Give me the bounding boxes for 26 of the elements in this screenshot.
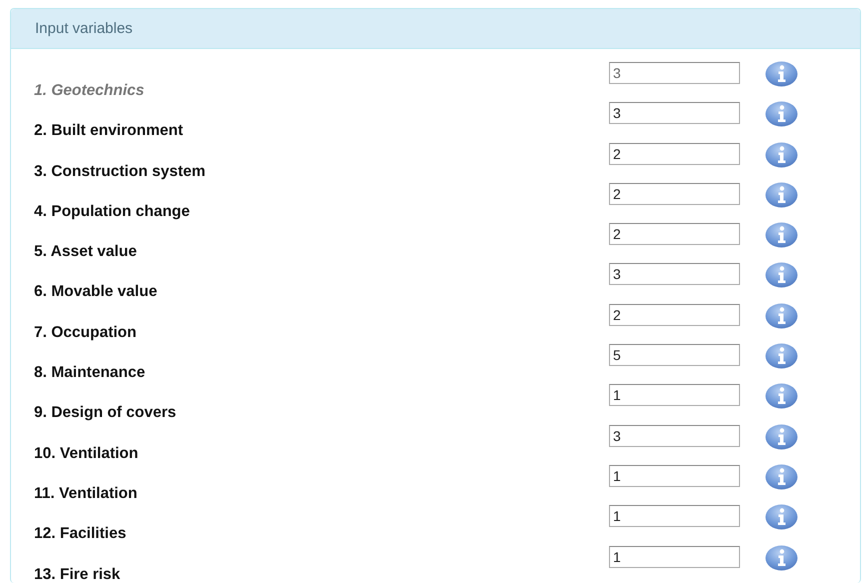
variable-label: 2. Built environment xyxy=(34,121,184,140)
value-field[interactable]: 1 xyxy=(609,464,740,487)
panel-title: Input variables xyxy=(35,20,133,37)
variable-label: 7. Occupation xyxy=(34,322,138,342)
variable-label: 9. Design of covers xyxy=(34,403,178,422)
variable-label: 3. Construction system xyxy=(34,162,206,181)
variable-label: 12. Facilities xyxy=(34,524,128,544)
value-field[interactable]: 2 xyxy=(609,223,740,246)
value-field[interactable]: 3 xyxy=(609,102,740,124)
variable-label: 10. Ventilation xyxy=(34,444,140,463)
variable-label: 4. Population change xyxy=(34,202,191,221)
value-field[interactable]: 2 xyxy=(609,182,740,205)
value-field[interactable]: 1 xyxy=(609,546,740,568)
value-field[interactable]: 3 xyxy=(609,424,740,447)
value-field[interactable]: 2 xyxy=(609,304,740,326)
value-field[interactable]: 1 xyxy=(609,505,740,528)
variable-label: 5. Asset value xyxy=(34,242,138,262)
variable-label: 1. Geotechnics xyxy=(34,81,146,100)
variable-label: 13. Fire risk xyxy=(34,564,122,583)
variable-label: 11. Ventilation xyxy=(34,484,138,503)
value-field[interactable]: 3 xyxy=(609,263,740,286)
variable-label: 8. Maintenance xyxy=(34,363,146,382)
value-field[interactable]: 5 xyxy=(609,344,740,366)
value-field[interactable]: 2 xyxy=(609,142,740,165)
variable-label: 6. Movable value xyxy=(34,282,158,302)
value-field[interactable]: 1 xyxy=(609,384,740,406)
